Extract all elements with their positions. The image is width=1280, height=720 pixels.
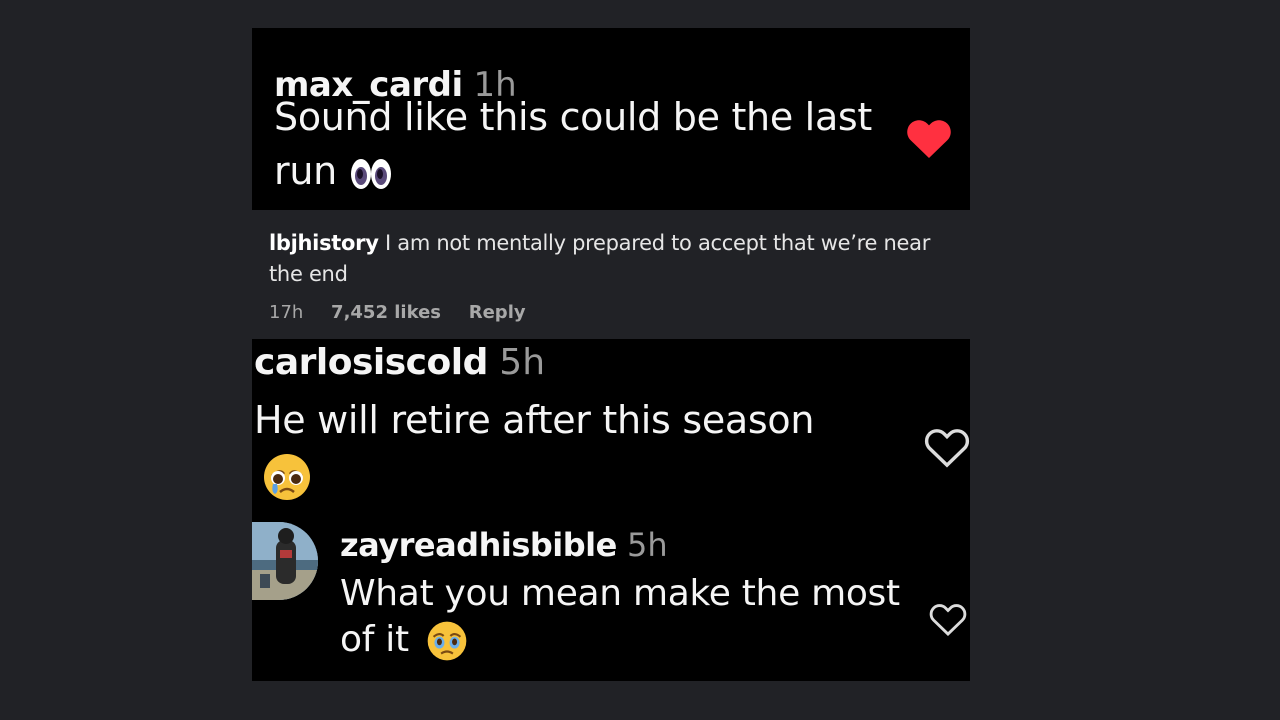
comment-line: lbjhistory I am not mentally prepared to… bbox=[269, 228, 969, 290]
comment-timestamp: 5h bbox=[499, 342, 546, 383]
comment-lbjhistory: lbjhistory I am not mentally prepared to… bbox=[269, 228, 969, 323]
face-holding-back-tears-emoji bbox=[427, 621, 467, 661]
avatar-image bbox=[252, 522, 318, 600]
reply-text: What you mean make the most of it bbox=[340, 571, 920, 663]
comment-text-body: He will retire after this season bbox=[254, 398, 815, 442]
eyes-emoji bbox=[350, 158, 391, 189]
reply-text-body: What you mean make the most of it bbox=[340, 573, 900, 660]
comment-text: He will retire after this season bbox=[254, 393, 894, 502]
comment-username[interactable]: carlosiscold bbox=[254, 342, 488, 383]
comment-header: carlosiscold 5h bbox=[254, 341, 545, 385]
pleading-face-emoji bbox=[264, 453, 310, 500]
comment-timestamp: 17h bbox=[269, 302, 304, 323]
heart-outline-icon[interactable] bbox=[929, 601, 967, 637]
avatar[interactable] bbox=[252, 522, 318, 600]
heart-outline-icon[interactable] bbox=[924, 426, 970, 468]
comment-text: Sound like this could be the last run bbox=[274, 90, 894, 198]
reply-header: zayreadhisbible 5h bbox=[340, 525, 668, 565]
comment-like-count[interactable]: 7,452 likes bbox=[331, 302, 441, 323]
comment-card-carlosiscold: carlosiscold 5h He will retire after thi… bbox=[252, 339, 970, 681]
reply-timestamp: 5h bbox=[627, 526, 668, 564]
screenshot-stage: max_cardi 1h Sound like this could be th… bbox=[0, 0, 1280, 720]
heart-filled-icon[interactable] bbox=[906, 117, 952, 159]
comment-meta: 17h 7,452 likes Reply bbox=[269, 302, 969, 323]
comment-card-max-cardi: max_cardi 1h Sound like this could be th… bbox=[252, 28, 970, 210]
reply-username[interactable]: zayreadhisbible bbox=[340, 526, 617, 564]
comment-username[interactable]: lbjhistory bbox=[269, 231, 379, 255]
reply-button[interactable]: Reply bbox=[469, 302, 526, 323]
